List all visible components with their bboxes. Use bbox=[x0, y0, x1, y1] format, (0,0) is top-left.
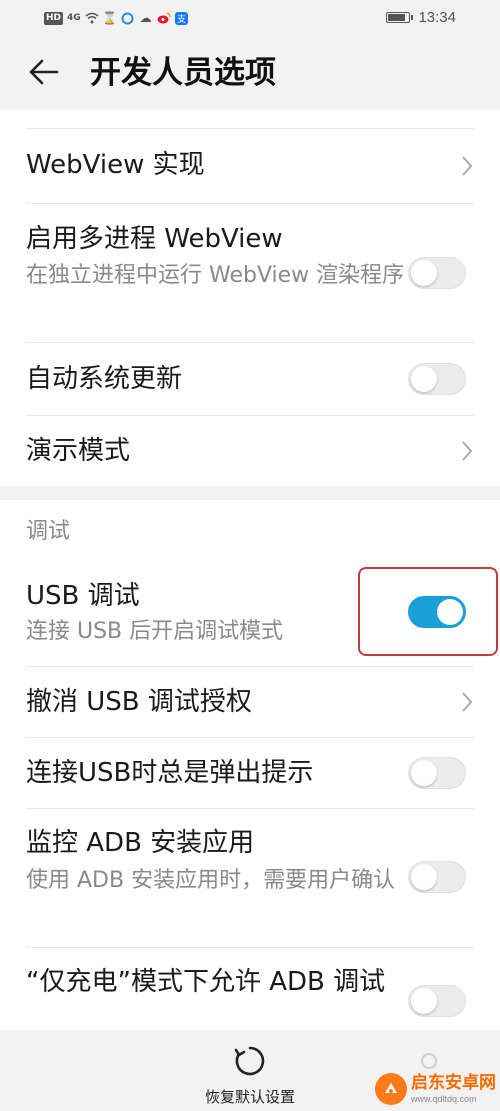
cloud-icon: ☁ bbox=[139, 11, 152, 25]
weibo-icon bbox=[157, 11, 171, 25]
multiprocess-webview-toggle[interactable] bbox=[408, 257, 466, 289]
wifi-icon bbox=[85, 11, 99, 25]
row-title: USB 调试 bbox=[26, 581, 140, 611]
clock: 13:34 bbox=[418, 9, 456, 26]
circle-app-icon bbox=[121, 11, 135, 25]
setting-auto-update[interactable]: 自动系统更新 bbox=[26, 343, 500, 415]
highlight-box bbox=[358, 567, 498, 656]
refresh-icon bbox=[234, 1046, 265, 1076]
usb-prompt-toggle[interactable] bbox=[408, 757, 466, 789]
toggle-knob bbox=[411, 864, 437, 890]
back-button[interactable] bbox=[20, 48, 68, 96]
row-title: 连接USB时总是弹出提示 bbox=[26, 758, 314, 788]
row-title: “仅充电”模式下允许 ADB 调试 bbox=[26, 967, 386, 997]
setting-revoke-usb[interactable]: 撤消 USB 调试授权 bbox=[26, 667, 500, 737]
more-icon bbox=[421, 1053, 437, 1069]
row-title: 启用多进程 WebView bbox=[26, 224, 283, 254]
settings-group-top: WebView 实现 启用多进程 WebView 在独立进程中运行 WebVie… bbox=[0, 110, 500, 486]
setting-webview-impl[interactable]: WebView 实现 bbox=[26, 129, 500, 203]
setting-demo-mode[interactable]: 演示模式 bbox=[26, 416, 500, 486]
row-title: 监控 ADB 安装应用 bbox=[26, 828, 255, 858]
row-title: 自动系统更新 bbox=[26, 364, 183, 394]
app-header: 开发人员选项 bbox=[0, 36, 500, 110]
watermark: 启东安卓网 www.qdltdq.com bbox=[375, 1070, 499, 1108]
auto-update-toggle[interactable] bbox=[408, 363, 466, 395]
toggle-knob bbox=[411, 260, 437, 286]
watermark-url: www.qdltdq.com bbox=[411, 1093, 477, 1104]
adb-charge-toggle[interactable] bbox=[408, 985, 466, 1017]
setting-adb-charge[interactable]: “仅充电”模式下允许 ADB 调试 bbox=[26, 948, 500, 1030]
setting-adb-monitor[interactable]: 监控 ADB 安装应用 使用 ADB 安装应用时，需要用户确认 bbox=[26, 809, 500, 947]
arrow-left-icon bbox=[29, 59, 59, 85]
hd-badge: HD bbox=[44, 11, 64, 25]
signal-label: 4G bbox=[67, 13, 81, 23]
svg-text:支: 支 bbox=[177, 13, 186, 25]
toggle-knob bbox=[411, 366, 437, 392]
row-title: 演示模式 bbox=[26, 436, 131, 466]
row-subtitle: 在独立进程中运行 WebView 渲染程序 bbox=[26, 263, 405, 288]
chevron-right-icon bbox=[462, 156, 473, 176]
adb-monitor-toggle[interactable] bbox=[408, 861, 466, 893]
toggle-knob bbox=[411, 988, 437, 1014]
watermark-name: 启东安卓网 bbox=[411, 1072, 496, 1093]
setting-multiprocess-webview[interactable]: 启用多进程 WebView 在独立进程中运行 WebView 渲染程序 bbox=[26, 204, 500, 342]
alipay-icon: 支 bbox=[175, 11, 189, 25]
status-right: 13:34 bbox=[386, 9, 456, 26]
hourglass-icon: ⌛ bbox=[102, 11, 118, 25]
reset-defaults-button[interactable]: 恢复默认设置 bbox=[190, 1040, 310, 1110]
row-title: WebView 实现 bbox=[26, 150, 205, 180]
setting-usb-prompt[interactable]: 连接USB时总是弹出提示 bbox=[26, 738, 500, 808]
battery-icon bbox=[386, 12, 414, 23]
row-title: 撤消 USB 调试授权 bbox=[26, 687, 252, 717]
page-title: 开发人员选项 bbox=[90, 55, 276, 91]
row-subtitle: 使用 ADB 安装应用时，需要用户确认 bbox=[26, 868, 396, 893]
chevron-right-icon bbox=[462, 692, 473, 712]
status-bar: HD 4G ⌛ ☁ 支 13:34 bbox=[0, 0, 500, 36]
row-subtitle: 连接 USB 后开启调试模式 bbox=[26, 619, 284, 644]
chevron-right-icon bbox=[462, 441, 473, 461]
section-header-debug: 调试 bbox=[26, 519, 71, 544]
watermark-logo-icon bbox=[375, 1073, 407, 1105]
status-icons: HD 4G ⌛ ☁ 支 bbox=[44, 9, 189, 27]
battery-level bbox=[388, 14, 405, 21]
reset-label: 恢复默认设置 bbox=[204, 1088, 295, 1106]
toggle-knob bbox=[411, 760, 437, 786]
